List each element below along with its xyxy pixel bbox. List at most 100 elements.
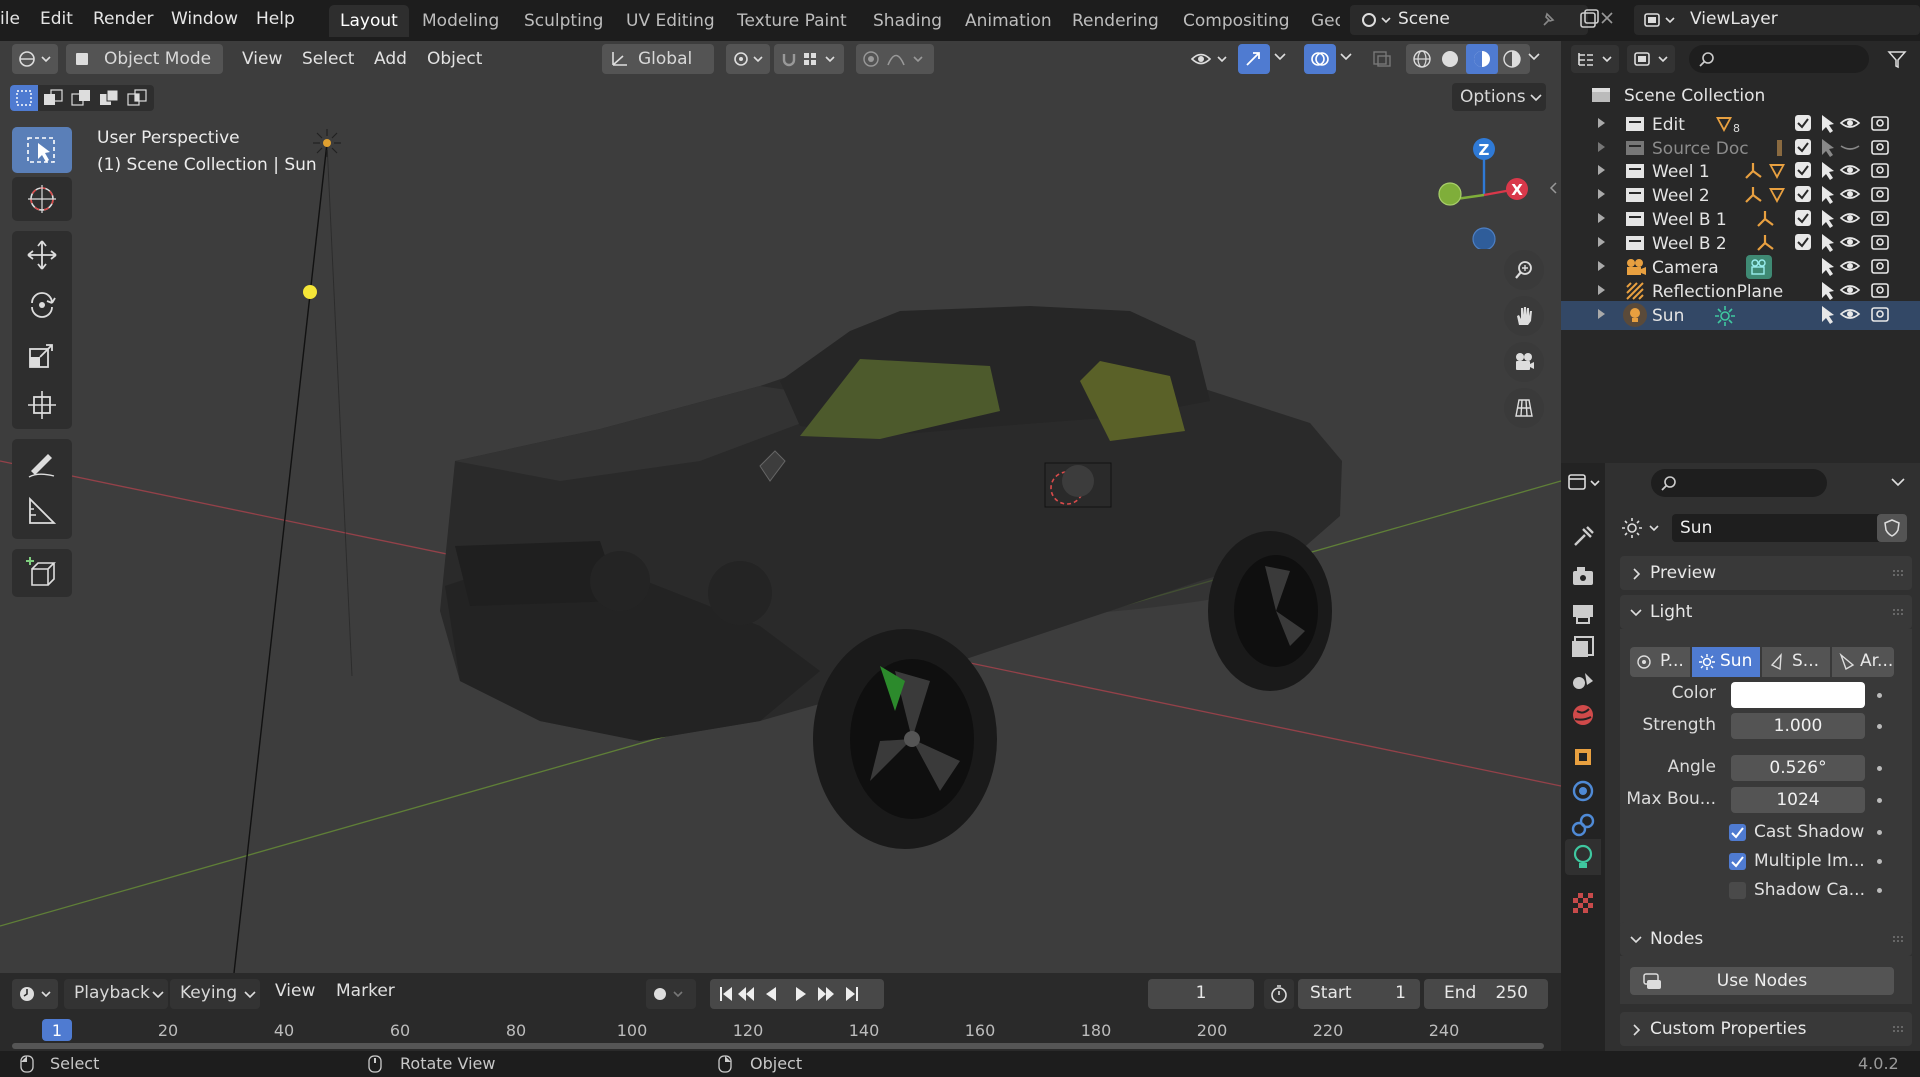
world-tab-icon[interactable] xyxy=(1569,701,1597,729)
use-nodes-button[interactable]: Use Nodes xyxy=(1630,967,1894,995)
transform-icon[interactable] xyxy=(26,389,58,421)
3d-viewport[interactable]: Object Mode View Select Add Object Globa… xyxy=(0,41,1561,973)
jump-start-icon[interactable] xyxy=(720,987,732,1001)
object-tab-icon[interactable] xyxy=(1569,743,1597,771)
expand-arrow-icon[interactable] xyxy=(1598,285,1605,295)
xray-toggle-icon[interactable] xyxy=(1372,50,1392,68)
light-panel-header[interactable]: Light xyxy=(1620,595,1912,629)
pan-view-button[interactable] xyxy=(1504,296,1544,336)
keyframe-dot[interactable] xyxy=(1877,798,1882,803)
sidebar-toggle-icon[interactable] xyxy=(1548,181,1558,195)
preview-panel-header[interactable]: Preview xyxy=(1620,556,1912,590)
expand-arrow-icon[interactable] xyxy=(1598,309,1605,319)
visibility-toggle[interactable] xyxy=(1186,44,1232,74)
select-new-button[interactable] xyxy=(10,85,38,111)
scene-selector[interactable]: Scene xyxy=(1350,5,1588,35)
timeline-editor[interactable]: Playback Keying View Marker 1 Start 1 En… xyxy=(0,973,1561,1051)
keying-menu[interactable]: Keying xyxy=(170,979,260,1009)
scene-tab-icon[interactable] xyxy=(1569,667,1597,695)
menu-add[interactable]: Add xyxy=(374,44,407,74)
outliner-editor-type[interactable] xyxy=(1571,45,1619,73)
constraints-tab-icon[interactable] xyxy=(1569,811,1597,839)
annotate-icon[interactable] xyxy=(26,447,58,479)
menu-edit[interactable]: Edit xyxy=(40,9,73,29)
tab-layout[interactable]: Layout xyxy=(329,5,409,37)
marker-menu[interactable]: Marker xyxy=(336,981,395,1001)
play-icon[interactable] xyxy=(796,987,806,1001)
physics-tab-icon[interactable] xyxy=(1569,777,1597,805)
menu-object[interactable]: Object xyxy=(427,44,482,74)
editor-type-button[interactable] xyxy=(12,44,58,74)
gizmo-toggle[interactable] xyxy=(1238,44,1270,74)
render-tab-icon[interactable] xyxy=(1569,563,1597,591)
end-frame-field[interactable]: End 250 xyxy=(1424,979,1548,1009)
menu-help[interactable]: Help xyxy=(256,9,295,29)
move-icon[interactable] xyxy=(26,239,58,271)
pin-icon[interactable] xyxy=(1538,11,1556,29)
expand-arrow-icon[interactable] xyxy=(1598,237,1605,247)
light-type-spot[interactable]: S... xyxy=(1762,647,1830,677)
light-type-area[interactable]: Ar... xyxy=(1832,647,1894,677)
navigation-gizmo[interactable]: Z X xyxy=(1428,129,1538,249)
properties-editor-type[interactable] xyxy=(1567,469,1601,497)
multiple-importance-checkbox[interactable] xyxy=(1729,853,1746,870)
preview-range-button[interactable] xyxy=(1264,979,1294,1009)
keyframe-dot[interactable] xyxy=(1877,766,1882,771)
zoom-view-button[interactable] xyxy=(1504,250,1544,290)
expand-arrow-icon[interactable] xyxy=(1598,118,1605,128)
rotate-icon[interactable] xyxy=(26,289,58,321)
outliner-root[interactable]: Scene Collection xyxy=(1561,81,1920,110)
current-frame-field[interactable]: 1 xyxy=(1148,979,1254,1009)
display-mode-dropdown[interactable] xyxy=(1627,45,1675,73)
nodes-panel-header[interactable]: Nodes xyxy=(1620,922,1912,956)
output-tab-icon[interactable] xyxy=(1569,599,1597,627)
select-extend-icon[interactable] xyxy=(43,89,65,107)
expand-arrow-icon[interactable] xyxy=(1598,165,1605,175)
filter-icon[interactable] xyxy=(1887,49,1907,69)
tool-cursor[interactable] xyxy=(12,177,72,221)
menu-window[interactable]: Window xyxy=(171,9,238,29)
outliner-item-sun[interactable]: Sun xyxy=(1561,301,1920,330)
cast-shadow-checkbox[interactable] xyxy=(1729,824,1746,841)
options-dropdown[interactable]: Options xyxy=(1452,83,1546,111)
angle-field[interactable]: 0.526° xyxy=(1731,755,1865,781)
gizmo-dropdown-icon[interactable] xyxy=(1274,52,1286,62)
scale-icon[interactable] xyxy=(26,339,58,371)
timeline-scrollbar[interactable] xyxy=(12,1043,1544,1049)
auto-keying-button[interactable] xyxy=(646,979,696,1009)
properties-pin-menu[interactable] xyxy=(1611,469,1651,497)
strength-field[interactable]: 1.000 xyxy=(1731,713,1865,739)
transform-orientation-dropdown[interactable]: Global xyxy=(602,44,714,74)
next-keyframe-icon[interactable] xyxy=(818,987,834,1001)
view-layer-selector[interactable]: ViewLayer xyxy=(1634,5,1920,35)
tool-add-cube[interactable] xyxy=(12,549,72,597)
expand-arrow-icon[interactable] xyxy=(1598,142,1605,152)
menu-render[interactable]: Render xyxy=(93,9,154,29)
playback-menu[interactable]: Playback xyxy=(64,979,168,1009)
properties-search[interactable] xyxy=(1651,469,1827,497)
select-intersect-icon[interactable] xyxy=(127,89,149,107)
camera-view-button[interactable] xyxy=(1504,342,1544,382)
play-reverse-icon[interactable] xyxy=(766,987,776,1001)
tab-texture-paint[interactable]: Texture Paint xyxy=(726,5,858,37)
overlays-toggle[interactable] xyxy=(1304,44,1336,74)
fake-user-button[interactable] xyxy=(1877,514,1907,542)
keyframe-dot[interactable] xyxy=(1877,724,1882,729)
view-layer-tab-icon[interactable] xyxy=(1569,633,1597,661)
keyframe-dot[interactable] xyxy=(1877,830,1882,835)
keyframe-dot[interactable] xyxy=(1877,693,1882,698)
tool-select-box[interactable] xyxy=(12,127,72,173)
light-data-browse[interactable] xyxy=(1620,514,1668,542)
expand-arrow-icon[interactable] xyxy=(1598,213,1605,223)
light-type-sun[interactable]: Sun xyxy=(1692,647,1760,677)
tool-tab-icon[interactable] xyxy=(1569,523,1597,551)
timeline-view-menu[interactable]: View xyxy=(275,981,315,1001)
keyframe-dot[interactable] xyxy=(1877,888,1882,893)
outliner-search[interactable] xyxy=(1689,45,1869,73)
shading-dropdown-icon[interactable] xyxy=(1528,52,1540,62)
material-shading-icon[interactable] xyxy=(1472,49,1492,69)
start-frame-field[interactable]: Start 1 xyxy=(1298,979,1420,1009)
proportional-editing-button[interactable] xyxy=(856,44,934,74)
light-type-point[interactable]: P... xyxy=(1630,647,1690,677)
tab-animation[interactable]: Animation xyxy=(954,5,1063,37)
